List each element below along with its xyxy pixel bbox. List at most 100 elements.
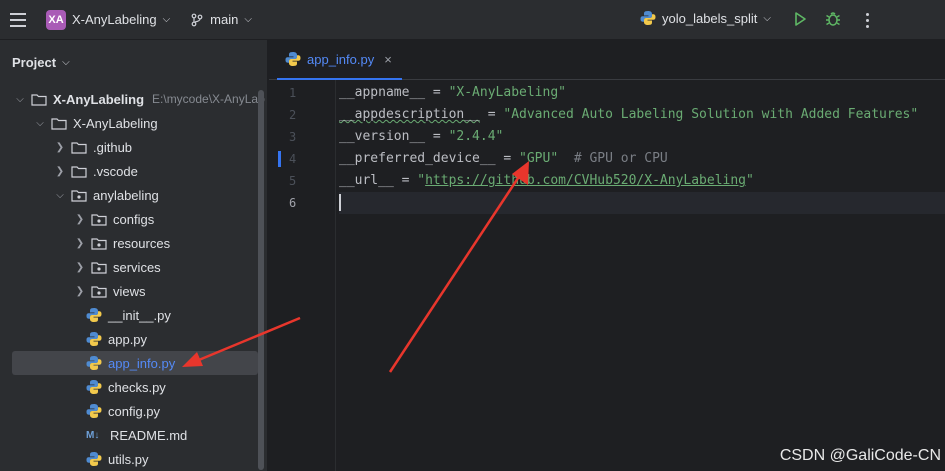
- folder-icon: [71, 165, 87, 178]
- tree-item[interactable]: ❯ views: [0, 279, 267, 303]
- debug-icon[interactable]: [825, 11, 841, 27]
- title-bar: XA X-AnyLabeling ⌵ main ⌵ yolo_labels_sp…: [0, 0, 945, 40]
- code-line[interactable]: __appname__ = "X-AnyLabeling": [339, 82, 945, 104]
- tree-item-label: configs: [113, 211, 155, 227]
- tab-label: app_info.py: [307, 51, 375, 67]
- editor-tabs: app_info.py ×: [269, 40, 945, 80]
- tree-item-label: .github: [93, 139, 133, 155]
- tree-item[interactable]: ❯ resources: [0, 231, 267, 255]
- tree-item-label: README.md: [110, 427, 188, 443]
- python-icon: [640, 11, 656, 25]
- more-icon[interactable]: [862, 11, 872, 29]
- folder-icon: [51, 117, 67, 130]
- chevron-down-icon[interactable]: ⌵: [62, 57, 70, 68]
- chevron-down-icon[interactable]: ⌵: [34, 118, 46, 129]
- tree-item-label: views: [113, 283, 146, 299]
- watermark: CSDN @GaliCode-CN: [779, 447, 941, 464]
- tree-item[interactable]: ⌵ X-AnyLabeling E:\mycode\X-AnyLab: [0, 87, 267, 111]
- sidebar-scrollbar[interactable]: [258, 90, 264, 470]
- python-icon: [86, 452, 102, 466]
- package-folder-icon: [91, 261, 107, 274]
- change-marker[interactable]: [278, 151, 281, 167]
- project-tool-window: Project ⌵ ⌵ X-AnyLabeling E:\mycode\X-AnyL…: [0, 40, 268, 471]
- device-value: "GPU": [519, 151, 559, 166]
- tree-item[interactable]: ❯ .vscode: [0, 159, 267, 183]
- url-link: https://github.com/CVHub520/X-AnyLabelin…: [425, 173, 747, 188]
- package-folder-icon: [91, 213, 107, 226]
- line-number: 3: [289, 130, 297, 144]
- line-number: 5: [289, 174, 297, 188]
- tree-item-label: utils.py: [108, 451, 149, 467]
- hamburger-menu-icon[interactable]: [0, 0, 36, 40]
- chevron-right-icon[interactable]: ❯: [74, 238, 86, 249]
- tree-item[interactable]: ❯ configs: [0, 207, 267, 231]
- code-line[interactable]: __appdescription__ = "Advanced Auto Labe…: [339, 104, 945, 126]
- tree-item[interactable]: ❯ .github: [0, 135, 267, 159]
- tree-item-label: services: [113, 259, 161, 275]
- chevron-down-icon[interactable]: ⌵: [163, 14, 171, 25]
- tab-app-info[interactable]: app_info.py ×: [277, 40, 402, 80]
- run-config-name[interactable]: yolo_labels_split: [662, 11, 757, 26]
- line-gutter: 1 2 3 4 5 6: [269, 82, 335, 214]
- package-folder-icon: [91, 237, 107, 250]
- chevron-right-icon[interactable]: ❯: [54, 142, 66, 153]
- chevron-down-icon[interactable]: ⌵: [14, 94, 26, 105]
- tree-item[interactable]: __init__.py: [0, 303, 267, 327]
- chevron-right-icon[interactable]: ❯: [74, 214, 86, 225]
- tree-item[interactable]: utils.py: [0, 447, 267, 471]
- python-icon: [86, 332, 102, 346]
- tree-item-label: .vscode: [93, 163, 138, 179]
- tree-item[interactable]: ⌵ X-AnyLabeling: [0, 111, 267, 135]
- tree-item-label: __init__.py: [108, 307, 171, 323]
- chevron-down-icon[interactable]: ⌵: [54, 190, 66, 201]
- project-name[interactable]: X-AnyLabeling: [72, 12, 157, 27]
- tree-item[interactable]: app_info.py: [12, 351, 258, 375]
- package-folder-icon: [71, 189, 87, 202]
- tree-item[interactable]: config.py: [0, 399, 267, 423]
- folder-icon: [31, 93, 47, 106]
- python-icon: [285, 52, 301, 66]
- branch-icon[interactable]: [190, 13, 204, 27]
- branch-name[interactable]: main: [210, 12, 238, 27]
- tree-item-label: checks.py: [108, 379, 166, 395]
- tree-item[interactable]: M↓ README.md: [0, 423, 267, 447]
- chevron-right-icon[interactable]: ❯: [54, 166, 66, 177]
- code-line-current[interactable]: [339, 192, 945, 214]
- chevron-down-icon[interactable]: ⌵: [763, 13, 771, 24]
- tree-item-label: app_info.py: [108, 355, 176, 371]
- tree-item[interactable]: ⌵ anylabeling: [0, 183, 267, 207]
- tree-item-label: app.py: [108, 331, 148, 347]
- code-line[interactable]: __url__ = "https://github.com/CVHub520/X…: [339, 170, 945, 192]
- code-editor[interactable]: 1 2 3 4 5 6 __appname__ = "X-AnyLabeling…: [269, 80, 945, 471]
- python-icon: [86, 308, 102, 322]
- tree-item-label: X-AnyLabeling: [53, 91, 145, 107]
- run-config-selector[interactable]: yolo_labels_split ⌵: [640, 10, 771, 26]
- gutter-divider: [335, 80, 336, 471]
- tree-item[interactable]: ❯ services: [0, 255, 267, 279]
- project-badge[interactable]: XA: [46, 9, 66, 30]
- run-icon[interactable]: [792, 11, 808, 27]
- line-number-modified: 4: [269, 148, 335, 170]
- package-folder-icon: [91, 285, 107, 298]
- tree-item-label: anylabeling: [93, 187, 159, 203]
- code-line[interactable]: __preferred_device__ = "GPU" # GPU or CP…: [339, 148, 945, 170]
- python-icon: [86, 404, 102, 418]
- python-icon: [86, 380, 102, 394]
- tree-item[interactable]: checks.py: [0, 375, 267, 399]
- chevron-down-icon[interactable]: ⌵: [244, 14, 252, 25]
- chevron-right-icon[interactable]: ❯: [74, 262, 86, 273]
- project-panel-title: Project: [12, 54, 57, 70]
- tree-item-path: E:\mycode\X-AnyLab: [152, 92, 265, 106]
- code-area[interactable]: __appname__ = "X-AnyLabeling" __appdescr…: [339, 82, 945, 214]
- text-caret: [339, 194, 341, 211]
- line-number: 2: [289, 108, 297, 122]
- tree-item-label: resources: [113, 235, 171, 251]
- chevron-right-icon[interactable]: ❯: [74, 286, 86, 297]
- project-panel-header[interactable]: Project ⌵: [0, 40, 267, 84]
- close-icon[interactable]: ×: [384, 52, 392, 67]
- tree-item[interactable]: app.py: [0, 327, 267, 351]
- line-number: 1: [289, 86, 297, 100]
- code-line[interactable]: __version__ = "2.4.4": [339, 126, 945, 148]
- tree-item-label: config.py: [108, 403, 161, 419]
- line-number-current: 6: [289, 196, 297, 210]
